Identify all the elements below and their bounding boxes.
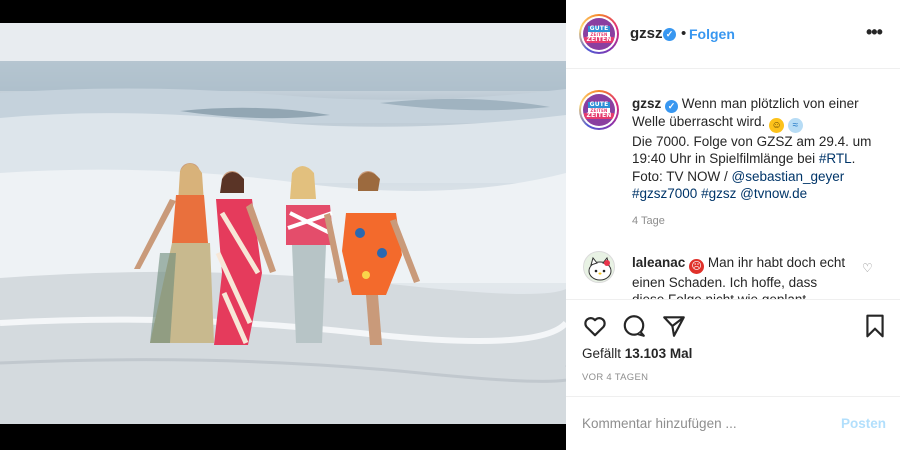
- follow-button[interactable]: Folgen: [689, 26, 735, 42]
- add-comment-bar: Posten: [566, 396, 900, 450]
- comment-input[interactable]: [582, 416, 822, 431]
- angry-face-icon: ☹: [689, 259, 705, 274]
- comment-username[interactable]: laleanac: [632, 255, 685, 270]
- separator-dot: •: [681, 25, 687, 42]
- caption-time: 4 Tage: [632, 215, 665, 227]
- commenter-avatar[interactable]: [583, 251, 615, 283]
- like-heart-icon[interactable]: [582, 313, 608, 339]
- profile-avatar[interactable]: GUTE ZEITEN ZEITEN: [579, 14, 619, 54]
- post-actions: Gefällt 13.103 Mal VOR 4 TAGEN Posten: [566, 299, 900, 450]
- hashtag-gzsz[interactable]: #gzsz: [701, 186, 736, 201]
- grinning-face-icon: ☺: [769, 118, 785, 133]
- hashtag-rtl[interactable]: #RTL: [819, 151, 852, 166]
- comment-like-heart-icon[interactable]: ♡: [862, 261, 873, 275]
- mention-tvnow[interactable]: @tvnow.de: [740, 186, 807, 201]
- mention-sebastian-geyer[interactable]: @sebastian_geyer: [732, 169, 845, 184]
- verified-badge-icon: ✓: [665, 100, 679, 113]
- caption-username[interactable]: gzsz: [632, 96, 661, 111]
- post-comment-button[interactable]: Posten: [841, 416, 886, 431]
- hello-kitty-avatar-icon: [588, 256, 612, 281]
- share-paper-plane-icon[interactable]: [661, 313, 687, 339]
- header-username[interactable]: gzsz: [630, 25, 663, 42]
- post-photo[interactable]: [0, 23, 566, 424]
- save-bookmark-icon[interactable]: [862, 313, 888, 339]
- gzsz-logo: GUTE ZEITEN ZEITEN: [583, 18, 615, 50]
- post-date: VOR 4 TAGEN: [582, 372, 649, 383]
- post-photo-pane: [0, 0, 566, 450]
- verified-badge-icon: ✓: [663, 28, 676, 41]
- post-side-panel: GUTE ZEITEN ZEITEN gzsz ✓ • Folgen ••• G…: [566, 0, 900, 450]
- comment-bubble-icon[interactable]: [621, 313, 647, 339]
- beach-scene-illustration: [0, 23, 566, 424]
- post-caption: gzsz ✓ Wenn man plötzlich von einer Well…: [632, 95, 882, 203]
- likes-count[interactable]: Gefällt 13.103 Mal: [582, 346, 692, 361]
- more-options-icon[interactable]: •••: [866, 22, 883, 43]
- caption-avatar[interactable]: GUTE ZEITEN ZEITEN: [579, 90, 619, 130]
- gzsz-logo: GUTE ZEITEN ZEITEN: [583, 94, 615, 126]
- hashtag-gzsz7000[interactable]: #gzsz7000: [632, 186, 697, 201]
- comment-text: laleanac ☹ Man ihr habt doch echt einen …: [632, 254, 852, 299]
- water-wave-icon: ≈: [787, 118, 803, 133]
- post-header: GUTE ZEITEN ZEITEN gzsz ✓ • Folgen •••: [566, 0, 900, 69]
- comments-section: GUTE ZEITEN ZEITEN gzsz ✓ Wenn man plötz…: [566, 70, 900, 299]
